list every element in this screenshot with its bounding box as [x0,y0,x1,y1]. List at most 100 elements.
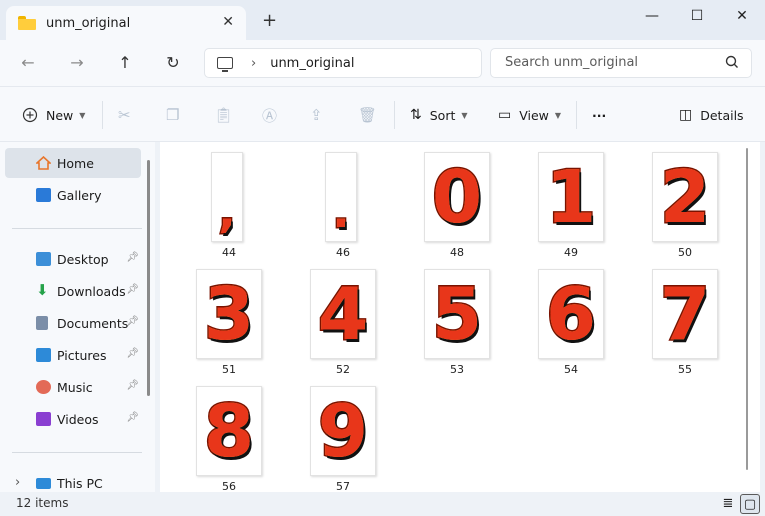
pin-icon[interactable]: 📌︎ [126,380,139,391]
desktop-icon [36,252,51,266]
file-thumbnail: 8 [196,386,262,476]
download-icon: ⬇ [36,281,49,299]
file-item[interactable]: 9 57 [310,386,376,492]
details-pane-icon: ◫ [679,107,693,123]
file-item[interactable]: 7 55 [652,269,718,379]
thumbnail-glyph: 9 [316,389,369,473]
sidebar-item-home[interactable]: Home [5,148,141,178]
sidebar-item-videos[interactable]: Videos 📌︎ [5,404,141,434]
file-item[interactable]: 3 51 [196,269,262,379]
file-name: 56 [222,480,236,492]
new-tab-button[interactable]: + [262,10,277,31]
more-options-button[interactable]: ··· [592,105,606,125]
sidebar-item-pictures[interactable]: Pictures 📌︎ [5,340,141,370]
file-view: , 44 . 46 0 48 1 49 2 50 3 51 4 52 5 53 … [160,142,760,492]
file-item[interactable]: 5 53 [424,269,490,379]
delete-button[interactable]: 🗑︎ [358,105,377,125]
sidebar-item-music[interactable]: Music 📌︎ [5,372,141,402]
navigation-bar: ← → ↑ ↻ › unm_original Search unm_origin… [0,40,765,86]
this-pc-icon [36,478,51,489]
tab-title: unm_original [46,15,131,31]
file-item[interactable]: 1 49 [538,152,604,262]
tab-unm-original[interactable]: unm_original ✕ [6,6,246,40]
sidebar-item-label: Documents [57,315,129,331]
divider [12,452,142,453]
status-bar: 12 items ≣ ▢ [0,492,765,516]
pin-icon[interactable]: 📌︎ [126,348,139,359]
file-item[interactable]: 8 56 [196,386,262,492]
file-item[interactable]: , 44 [196,152,262,262]
copy-button[interactable]: ❐ [166,105,179,125]
pin-icon[interactable]: 📌︎ [126,316,139,327]
sidebar-item-label: Gallery [57,187,102,203]
maximize-button[interactable]: ☐ [677,4,717,28]
content-scrollbar[interactable] [746,148,748,470]
up-button[interactable]: ↑ [111,50,139,76]
scissors-icon: ✂ [118,106,131,124]
cut-button[interactable]: ✂ [118,105,131,125]
pin-icon[interactable]: 📌︎ [126,284,139,295]
file-name: 48 [450,246,464,259]
search-input[interactable]: Search unm_original [490,48,752,78]
pin-icon[interactable]: 📌︎ [126,412,139,423]
view-button[interactable]: ▭ View ▼ [498,105,561,125]
documents-icon [36,316,48,330]
thumbnail-glyph: 7 [658,272,711,356]
divider [12,228,142,229]
close-tab-button[interactable]: ✕ [222,14,234,30]
sort-button[interactable]: ⇅ Sort ▼ [410,105,468,125]
navigation-pane: Home Gallery Desktop 📌︎ ⬇ Downloads 📌︎ D… [0,142,155,492]
sidebar-item-gallery[interactable]: Gallery [5,180,141,210]
file-name: 57 [336,480,350,492]
sidebar-scrollbar[interactable] [147,160,150,396]
file-thumbnail: 4 [310,269,376,359]
back-button[interactable]: ← [14,50,42,76]
chevron-right-icon[interactable]: › [15,475,20,490]
sidebar-item-label: This PC [57,475,103,491]
file-name: 54 [564,363,578,376]
file-item[interactable]: 0 48 [424,152,490,262]
file-item[interactable]: 2 50 [652,152,718,262]
close-window-button[interactable]: ✕ [722,4,762,28]
title-bar: unm_original ✕ + — ☐ ✕ [0,0,765,40]
divider [394,101,395,129]
divider [102,101,103,129]
share-button[interactable]: ⇪ [310,105,323,125]
details-view-button[interactable]: ≣ [718,494,738,514]
sidebar-item-downloads[interactable]: ⬇ Downloads 📌︎ [5,276,141,306]
file-item[interactable]: 4 52 [310,269,376,379]
view-icon: ▭ [498,107,512,123]
sidebar-item-documents[interactable]: Documents 📌︎ [5,308,141,338]
rename-button[interactable]: Ⓐ [262,105,277,125]
file-item[interactable]: . 46 [310,152,376,262]
search-placeholder: Search unm_original [505,55,639,70]
large-icons-view-button[interactable]: ▢ [740,494,760,514]
thumbnail-glyph: 5 [430,272,483,356]
file-thumbnail: 5 [424,269,490,359]
minimize-button[interactable]: — [632,4,672,28]
chevron-right-icon: › [251,55,257,71]
file-thumbnail: 2 [652,152,718,242]
forward-button[interactable]: → [63,50,91,76]
refresh-button[interactable]: ↻ [159,50,187,76]
details-button[interactable]: ◫ Details [679,105,744,125]
sidebar-item-desktop[interactable]: Desktop 📌︎ [5,244,141,274]
command-bar: New ▼ ✂ ❐ 📋︎ Ⓐ ⇪ 🗑︎ ⇅ Sort ▼ ▭ View ▼ ··… [0,86,765,142]
home-icon [36,156,51,170]
new-button[interactable]: New ▼ [22,105,85,125]
chevron-down-icon: ▼ [79,110,86,120]
pictures-icon [36,348,51,362]
sidebar-item-label: Pictures [57,347,107,363]
sidebar-item-label: Videos [57,411,99,427]
pin-icon[interactable]: 📌︎ [126,252,139,263]
breadcrumb[interactable]: unm_original [270,56,354,71]
file-name: 50 [678,246,692,259]
sidebar-item-label: Music [57,379,93,395]
file-thumbnail: 9 [310,386,376,476]
paste-button[interactable]: 📋︎ [214,105,233,125]
address-bar[interactable]: › unm_original [204,48,482,78]
divider [576,101,577,129]
file-name: 55 [678,363,692,376]
file-item[interactable]: 6 54 [538,269,604,379]
file-name: 52 [336,363,350,376]
